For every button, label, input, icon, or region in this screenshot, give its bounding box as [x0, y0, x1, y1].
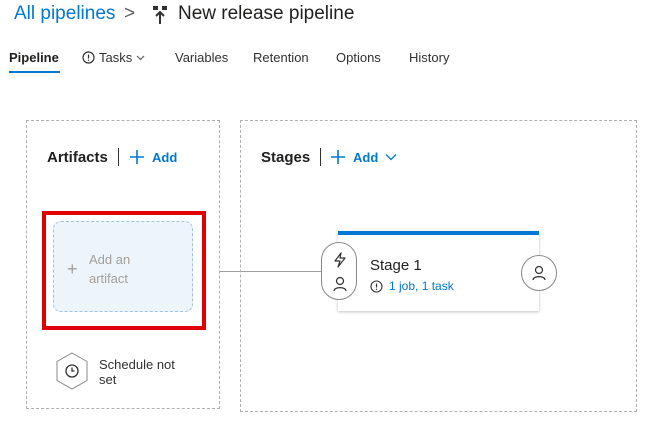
stage-name: Stage 1	[370, 257, 422, 274]
schedule-button[interactable]	[54, 351, 90, 391]
add-artifact-button[interactable]: Add	[129, 149, 177, 165]
stages-title: Stages	[261, 149, 311, 166]
stage-summary: 1 job, 1 task	[389, 279, 454, 293]
page-title: New release pipeline	[178, 3, 355, 24]
artifacts-title: Artifacts	[47, 149, 108, 166]
chevron-down-icon	[385, 154, 397, 161]
tab-options[interactable]: Options	[336, 50, 381, 65]
stage-summary-link[interactable]: 1 job, 1 task	[370, 279, 454, 293]
release-pipeline-icon	[153, 6, 167, 24]
add-stage-label: Add	[353, 149, 379, 165]
stage-card[interactable]: Stage 1 1 job, 1 task	[338, 231, 539, 311]
add-stage-button[interactable]: Add	[330, 149, 397, 165]
add-artifact-label: Add	[152, 149, 178, 165]
tab-variables[interactable]: Variables	[175, 50, 228, 65]
lightning-icon	[334, 252, 346, 268]
breadcrumb-all-pipelines[interactable]: All pipelines	[14, 3, 115, 25]
artifacts-divider	[118, 148, 119, 166]
alert-circle-icon	[370, 279, 383, 293]
active-tab-indicator	[9, 71, 60, 73]
pre-deployment-conditions-button[interactable]	[321, 242, 357, 300]
breadcrumb-separator: >	[124, 3, 136, 24]
plus-icon	[130, 150, 144, 164]
add-artifact-card-label: Add an artifact	[89, 252, 131, 286]
person-icon	[333, 276, 347, 292]
tab-tasks[interactable]: Tasks	[82, 50, 145, 65]
add-artifact-card[interactable]: + Add an artifact	[53, 221, 193, 312]
person-icon	[532, 265, 546, 281]
tab-history[interactable]: History	[409, 50, 449, 65]
tab-pipeline[interactable]: Pipeline	[9, 50, 59, 65]
plus-icon: +	[67, 259, 78, 279]
tab-bar: Pipeline Tasks Variables Retention Optio…	[0, 50, 650, 74]
tab-retention[interactable]: Retention	[253, 50, 309, 65]
plus-icon	[331, 150, 345, 164]
alert-circle-icon	[82, 51, 95, 64]
tab-tasks-label: Tasks	[99, 50, 133, 65]
chevron-down-icon	[136, 55, 145, 61]
schedule-label: Schedule not set	[99, 357, 175, 387]
stages-divider	[320, 148, 321, 166]
post-deployment-conditions-button[interactable]	[521, 255, 557, 291]
